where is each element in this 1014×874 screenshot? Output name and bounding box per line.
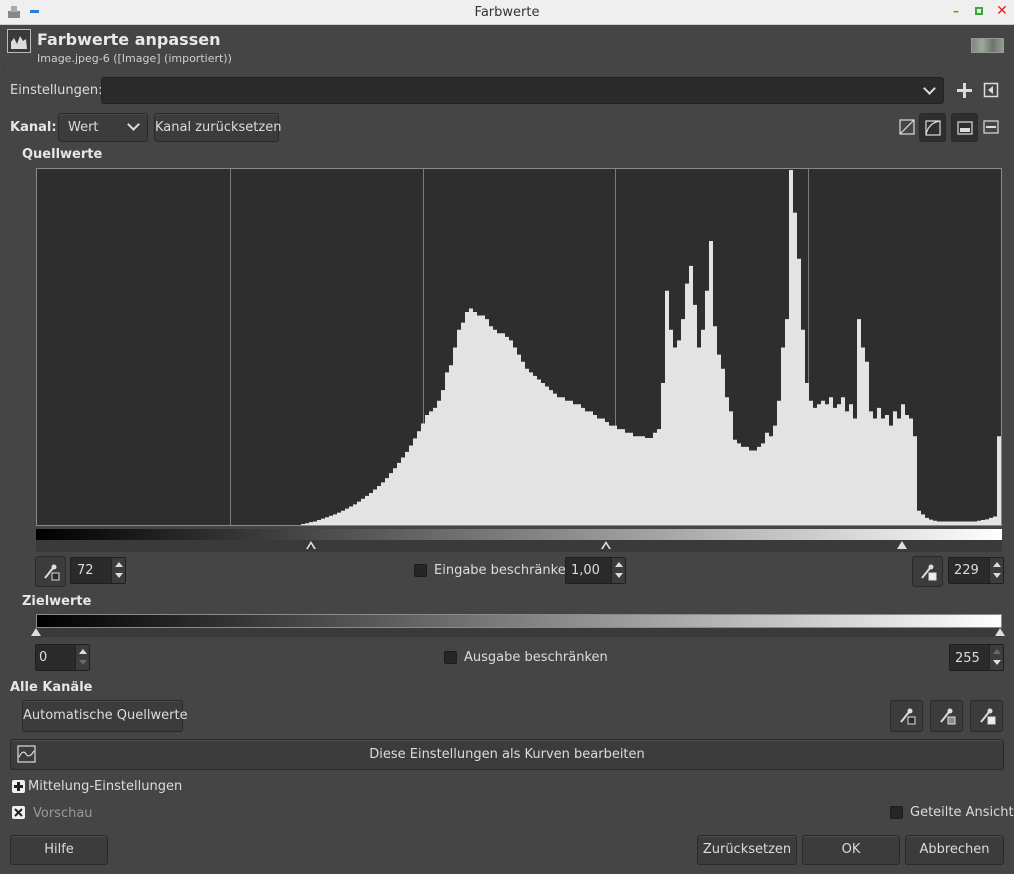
output-gradient (36, 614, 1002, 628)
pick-black-icon (900, 708, 916, 725)
histogram-view-icon (957, 121, 973, 135)
auto-input-levels-button[interactable]: Automatische Quellwerte (22, 700, 188, 732)
output-slider-track[interactable] (31, 628, 1005, 637)
dialog-title: Farbwerte anpassen (37, 30, 221, 49)
linear-scale-icon[interactable] (899, 119, 915, 135)
input-low-handle[interactable] (306, 541, 316, 549)
output-high-spinner[interactable] (989, 645, 1003, 670)
output-levels-label: Zielwerte (22, 594, 92, 609)
blend-options-expander[interactable]: Mittelung-Einstellungen (12, 779, 212, 795)
clamp-input-label: Eingabe beschränken (434, 563, 574, 578)
preview-checkbox[interactable] (12, 806, 25, 819)
output-low-field[interactable]: 0 (35, 644, 90, 671)
edit-as-curves-label: Diese Einstellungen als Kurven bearbeite… (369, 747, 645, 762)
edit-as-curves-button[interactable]: Diese Einstellungen als Kurven bearbeite… (10, 739, 1004, 770)
log-scale-icon (925, 120, 941, 136)
add-icon[interactable] (957, 83, 972, 98)
header-separator (3, 69, 1011, 70)
histogram-split-icon[interactable] (983, 119, 999, 135)
pick-black-input-button[interactable] (35, 556, 66, 587)
presets-combo[interactable] (101, 77, 944, 104)
image-name: Image.jpeg-6 ([Image] (importiert)) (37, 52, 232, 65)
input-gamma-value: 1,00 (571, 563, 600, 578)
input-low-field[interactable]: 72 (70, 557, 126, 584)
pick-black-point-button[interactable] (890, 700, 923, 732)
reset-channel-button[interactable]: Kanal zurücksetzen (154, 113, 281, 142)
input-gradient (36, 529, 1002, 540)
pick-gray-icon (940, 708, 956, 725)
channel-label: Kanal: (10, 120, 57, 135)
pick-white-input-button[interactable] (912, 556, 943, 587)
input-gamma-spinner[interactable] (611, 558, 625, 583)
help-button[interactable]: Hilfe (10, 835, 108, 865)
curves-icon (17, 745, 36, 763)
split-view-label: Geteilte Ansicht (910, 805, 1014, 820)
preview-label: Vorschau (33, 806, 93, 821)
input-high-field[interactable]: 229 (948, 557, 1004, 584)
expand-icon (12, 780, 25, 793)
input-levels-label: Quellwerte (22, 147, 103, 162)
output-high-value: 255 (955, 651, 980, 666)
pick-white-point-button[interactable] (970, 700, 1003, 732)
ok-button[interactable]: OK (802, 835, 900, 865)
input-high-spinner[interactable] (989, 558, 1003, 583)
input-low-spinner[interactable] (111, 558, 125, 583)
histogram-icon (7, 29, 31, 53)
all-channels-label: Alle Kanäle (10, 680, 93, 695)
menu-icon[interactable] (983, 82, 999, 98)
histogram-area (37, 170, 1001, 525)
output-low-spinner[interactable] (75, 645, 89, 670)
maximize-icon[interactable] (971, 3, 987, 19)
chevron-down-icon (127, 118, 140, 131)
window-titlebar: Farbwerte – ✕ (0, 0, 1014, 25)
chevron-down-icon (923, 82, 936, 95)
log-scale-button[interactable] (919, 113, 946, 142)
histogram-view-button[interactable] (951, 113, 978, 142)
channel-value: Wert (68, 120, 99, 135)
output-high-field[interactable]: 255 (949, 644, 1004, 671)
image-thumbnail (971, 38, 1004, 53)
minimize-icon[interactable]: – (948, 3, 964, 19)
histogram[interactable] (36, 168, 1002, 526)
input-slider-track[interactable] (36, 540, 1002, 552)
histogram-graph (37, 169, 1001, 525)
pick-black-icon (44, 564, 60, 581)
input-high-handle[interactable] (897, 541, 907, 549)
presets-label: Einstellungen: (10, 83, 103, 98)
output-low-handle[interactable] (31, 628, 41, 636)
input-high-value: 229 (954, 563, 979, 578)
close-icon[interactable]: ✕ (994, 3, 1010, 19)
input-low-value: 72 (77, 563, 94, 578)
input-gamma-handle[interactable] (601, 541, 611, 549)
clamp-output-checkbox[interactable] (444, 651, 457, 664)
clamp-input-checkbox[interactable] (414, 564, 427, 577)
clamp-output-label: Ausgabe beschränken (464, 650, 608, 665)
window-title: Farbwerte (474, 5, 540, 20)
channel-combo[interactable]: Wert (58, 113, 148, 142)
input-gamma-field[interactable]: 1,00 (565, 557, 626, 584)
pick-white-icon (980, 708, 996, 725)
blend-options-label: Mittelung-Einstellungen (28, 779, 183, 794)
pick-white-icon (921, 564, 937, 581)
split-view-checkbox[interactable] (890, 806, 903, 819)
output-low-value: 0 (39, 650, 48, 665)
output-high-handle[interactable] (995, 628, 1005, 636)
reset-button[interactable]: Zurücksetzen (697, 835, 797, 865)
cancel-button[interactable]: Abbrechen (905, 835, 1004, 865)
pick-gray-point-button[interactable] (930, 700, 963, 732)
